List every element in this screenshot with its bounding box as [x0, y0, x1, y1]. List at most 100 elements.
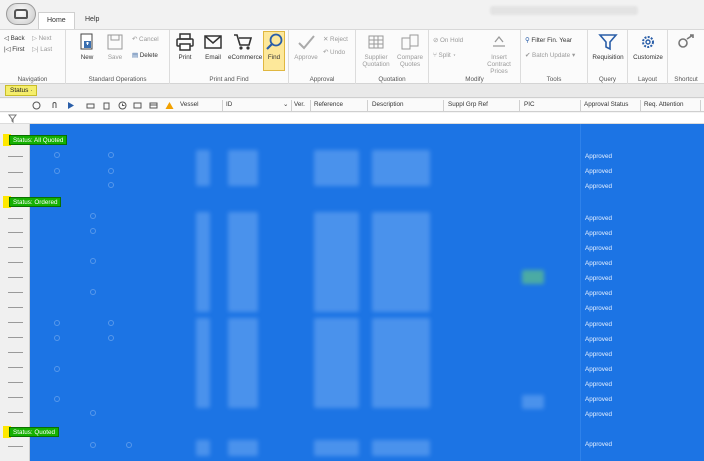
compare-quotes-button[interactable]: Compare Quotes	[394, 33, 426, 68]
approval-status-cell: Approved	[585, 230, 612, 237]
title-bar: Home Help	[0, 0, 704, 29]
group-label-navigation: Navigation	[17, 76, 48, 83]
approval-status-cell: Approved	[585, 183, 612, 190]
undo-button[interactable]: ↶ Undo	[323, 49, 345, 56]
approval-status-cell: Approved	[585, 381, 612, 388]
approval-status-cell: Approved	[585, 351, 612, 358]
approval-status-cell: Approved	[585, 321, 612, 328]
group-label-query: Query	[598, 76, 617, 83]
col-req-attention[interactable]: Req. Attention	[644, 101, 684, 108]
group-header-quoted[interactable]: Status: Quoted	[9, 427, 60, 437]
delete-label: Delete	[139, 52, 158, 59]
filter-row[interactable]	[0, 113, 704, 124]
col-reference[interactable]: Reference	[314, 101, 343, 108]
warning-icon[interactable]	[165, 101, 174, 110]
print-column-icon[interactable]	[86, 101, 95, 110]
tab-help[interactable]: Help	[77, 12, 107, 29]
group-label-layout: Layout	[638, 76, 657, 83]
message-icon[interactable]	[133, 101, 142, 110]
grid-header: Vessel ID ⌄ Ver. Reference Description S…	[0, 99, 704, 112]
col-id-sort-icon[interactable]: ⌄	[283, 101, 288, 108]
reject-button[interactable]: ✕ Reject	[323, 36, 348, 43]
split-label: Split	[438, 52, 451, 59]
flag-icon[interactable]	[66, 101, 75, 110]
ribbon: ◁ Back ▷ Next |◁ First ▷| Last Navigatio…	[0, 29, 704, 85]
reject-label: Reject	[330, 36, 348, 43]
filter-fin-year-label: Filter Fin. Year	[531, 37, 572, 44]
filter-fin-year-button[interactable]: ⚲ Filter Fin. Year	[525, 37, 572, 44]
group-quotation: Supplier Quotation Compare Quotes Quotat…	[356, 30, 429, 85]
tab-home[interactable]: Home	[38, 12, 75, 29]
ecommerce-button[interactable]: eCommerce	[228, 33, 262, 61]
undo-label: Undo	[330, 49, 346, 56]
approve-label: Approve	[294, 54, 318, 61]
col-approval-status[interactable]: Approval Status	[584, 101, 628, 108]
shortcut-icon	[676, 33, 696, 51]
customize-button[interactable]: Customize	[632, 33, 664, 61]
approve-button[interactable]: Approve	[291, 33, 321, 61]
delete-column-icon[interactable]	[102, 101, 111, 110]
insert-contract-prices-button[interactable]: Insert Contract Prices	[479, 33, 519, 75]
supplier-quotation-button[interactable]: Supplier Quotation	[360, 33, 392, 68]
group-header-all-quoted[interactable]: Status: All Quoted	[9, 135, 68, 145]
find-button[interactable]: Find	[259, 33, 289, 61]
column-divider	[580, 124, 581, 461]
batch-update-button[interactable]: ✔ Batch Update ▾	[525, 52, 575, 59]
group-by-bar: Status ·	[0, 84, 704, 98]
col-vessel[interactable]: Vessel	[180, 101, 199, 108]
filter-search-icon: ⚲	[525, 37, 530, 44]
status-group-chip[interactable]: Status ·	[5, 85, 38, 96]
on-hold-button[interactable]: ⊘ On Hold	[433, 37, 463, 44]
approval-status-cell: Approved	[585, 411, 612, 418]
approval-status-cell: Approved	[585, 168, 612, 175]
group-label-tools: Tools	[546, 76, 562, 83]
approval-status-cell: Approved	[585, 215, 612, 222]
new-label: New	[80, 54, 94, 61]
comment-icon[interactable]	[32, 101, 41, 110]
back-button[interactable]: ◁ Back	[4, 35, 25, 42]
email-button[interactable]: Email	[198, 33, 228, 61]
approval-status-cell: Approved	[585, 153, 612, 160]
window-title-blurred	[490, 6, 638, 15]
attachment-icon[interactable]	[50, 101, 59, 110]
save-label: Save	[107, 54, 123, 61]
clock-icon[interactable]	[118, 101, 127, 110]
col-ver[interactable]: Ver.	[294, 101, 305, 108]
print-button[interactable]: Print	[170, 33, 200, 61]
new-button[interactable]: New	[72, 33, 102, 61]
row-filter-icon[interactable]	[8, 114, 17, 123]
compare-quotes-label: Compare Quotes	[397, 54, 423, 68]
approval-status-cell: Approved	[585, 245, 612, 252]
group-label-approval: Approval	[309, 76, 335, 83]
group-header-ordered[interactable]: Status: Ordered	[9, 197, 62, 207]
group-label-print-find: Print and Find	[209, 76, 249, 83]
col-description[interactable]: Description	[372, 101, 404, 108]
col-suppl-grp-ref[interactable]: Suppl Grp Ref	[448, 101, 488, 108]
last-button[interactable]: ▷| Last	[32, 46, 52, 53]
cancel-label: Cancel	[139, 36, 159, 43]
email-label: Email	[205, 54, 221, 61]
magnifier-icon	[264, 33, 284, 51]
first-button[interactable]: |◁ First	[4, 46, 24, 53]
grid-icon	[366, 33, 386, 51]
card-icon[interactable]	[149, 101, 158, 110]
cancel-button[interactable]: ↶ Cancel	[132, 36, 159, 43]
requisition-button[interactable]: Requisition	[592, 33, 624, 61]
col-pic[interactable]: PIC	[524, 101, 535, 108]
shortcut-button[interactable]	[670, 33, 702, 54]
group-navigation: ◁ Back ▷ Next |◁ First ▷| Last Navigatio…	[0, 30, 66, 85]
gear-icon	[638, 33, 658, 51]
split-button[interactable]: ⑂ Split ▾	[433, 52, 456, 59]
delete-icon: ▤	[132, 52, 138, 59]
delete-button[interactable]: ▤ Delete	[132, 52, 158, 59]
col-id[interactable]: ID	[226, 101, 232, 108]
approval-status-cell: Approved	[585, 275, 612, 282]
next-button[interactable]: ▷ Next	[32, 35, 52, 42]
group-label-modify: Modify	[465, 76, 484, 83]
shopping-cart-icon	[233, 33, 253, 51]
save-icon	[105, 33, 125, 51]
app-menu-button[interactable]	[6, 3, 36, 25]
group-tools: ⚲ Filter Fin. Year ✔ Batch Update ▾ Tool…	[521, 30, 588, 85]
save-button[interactable]: Save	[100, 33, 130, 61]
group-layout: Customize Layout	[628, 30, 668, 85]
